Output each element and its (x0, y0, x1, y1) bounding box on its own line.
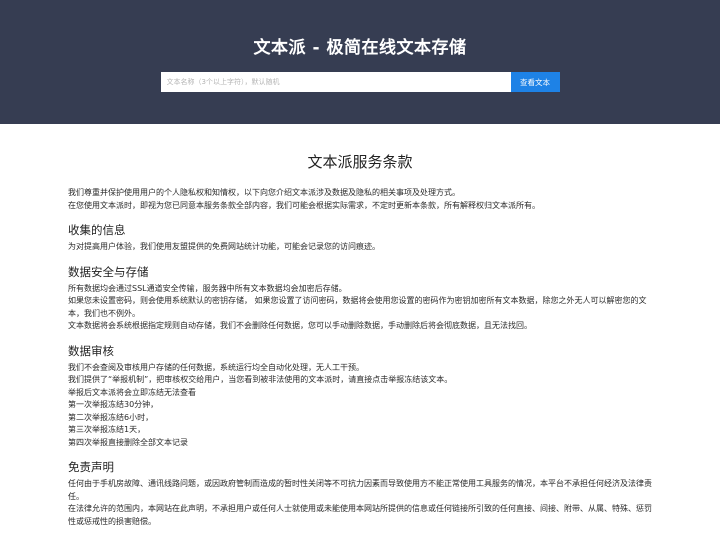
section-collected-info: 收集的信息 为对提高用户体验，我们使用友盟提供的免费网站统计功能，可能会记录您的… (68, 223, 652, 254)
section-paragraph: 我们提供了“举报机制”，把审核权交给用户，当您看到被非法使用的文本派时，请直接点… (68, 375, 453, 384)
terms-content: 文本派服务条款 我们尊重并保护使用用户的个人隐私权和知情权，以下向您介绍文本派涉… (0, 151, 720, 528)
site-title: 文本派 - 极简在线文本存储 (253, 38, 467, 58)
section-paragraph: 第四次举报直接删除全部文本记录 (68, 437, 188, 447)
section-data-review: 数据审核 我们不会查阅及审核用户存储的任何数据，系统运行均全自动化处理，无人工干… (68, 344, 652, 450)
page-title: 文本派服务条款 (307, 153, 413, 171)
site-header: 文本派 - 极简在线文本存储 查看文本 (0, 0, 720, 124)
section-paragraph: 所有数据均会通过SSL通道安全传输，服务器中所有文本数据均会加密后存储。 (68, 283, 347, 293)
intro-paragraph: 在您使用文本派时，即视为您已同意本服务条款全部内容，我们可能会根据实际需求，不定… (68, 200, 540, 210)
section-paragraph: 我们不会查阅及审核用户存储的任何数据，系统运行均全自动化处理，无人工干预。 (68, 362, 364, 372)
section-heading: 免责声明 (68, 460, 114, 474)
view-text-button[interactable]: 查看文本 (510, 72, 560, 92)
section-data-security: 数据安全与存储 所有数据均会通过SSL通道安全传输，服务器中所有文本数据均会加密… (68, 265, 652, 333)
text-name-input[interactable] (160, 72, 511, 92)
section-paragraph: 第一次举报冻结30分钟， (68, 400, 159, 409)
section-heading: 数据审核 (68, 343, 114, 358)
section-paragraph: 第二次举报冻结6小时， (68, 412, 154, 422)
intro-paragraph: 我们尊重并保护使用用户的个人隐私权和知情权，以下向您介绍文本派涉及数据及隐私的相… (68, 188, 460, 197)
section-paragraph: 文本数据将会系统根据指定规则自动存储，我们不会删除任何数据，您可以手动删除数据，… (68, 321, 532, 330)
section-paragraph: 任何由于手机房故障、通讯线路问题，或因政府管制而造成的暂时性关闭等不可抗力因素而… (68, 479, 652, 501)
section-paragraph: 第三次举报冻结1天， (68, 425, 146, 434)
section-heading: 数据安全与存储 (68, 264, 149, 279)
section-paragraph: 为对提高用户体验，我们使用友盟提供的免费网站统计功能，可能会记录您的访问痕迹。 (68, 242, 380, 251)
section-paragraph: 如果您未设置密码，则会使用系统默认的密钥存储， 如果您设置了访问密码，数据将会使… (68, 296, 647, 318)
section-paragraph: 举报后文本派将会立即冻结无法查看 (68, 387, 196, 397)
search-bar: 查看文本 (160, 72, 560, 92)
section-paragraph: 在法律允许的范围内，本网站在此声明，不承担用户或任何人士就使用或未能使用本网站所… (68, 504, 652, 526)
section-disclaimer: 免责声明 任何由于手机房故障、通讯线路问题，或因政府管制而造成的暂时性关闭等不可… (68, 460, 652, 528)
section-heading: 收集的信息 (68, 223, 126, 237)
